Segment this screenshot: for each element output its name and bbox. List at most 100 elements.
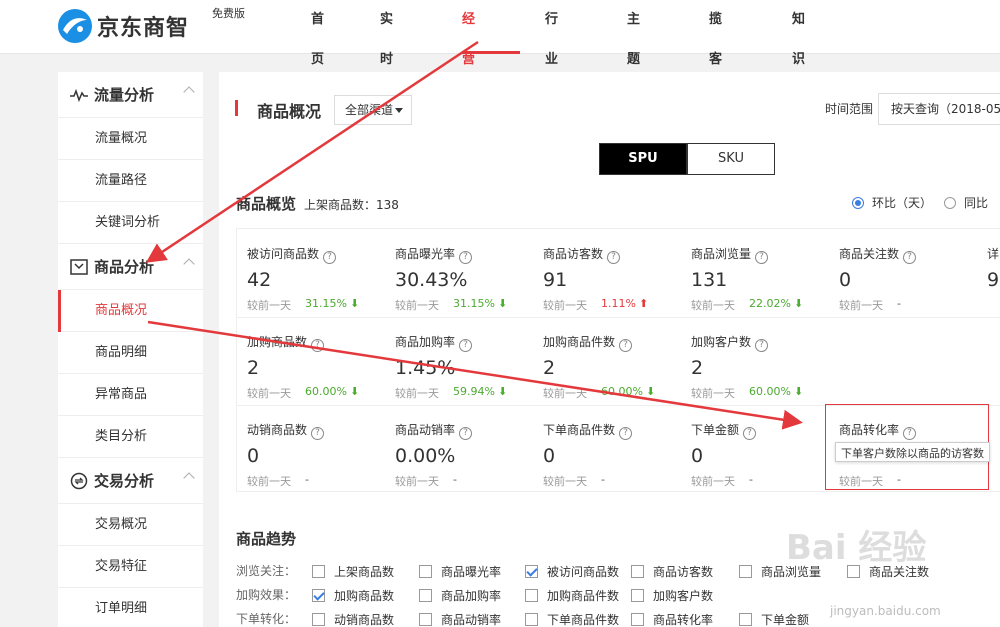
checkbox[interactable] bbox=[419, 565, 432, 578]
metric-change-value: 60.00% bbox=[601, 385, 643, 398]
checkbox[interactable] bbox=[525, 565, 538, 578]
trend-checkbox-option[interactable]: 商品转化率 bbox=[631, 611, 713, 627]
metric-change: 60.00% ⬇ bbox=[749, 385, 803, 398]
trend-checkbox-option[interactable]: 被访问商品数 bbox=[525, 563, 619, 580]
trend-checkbox-option[interactable]: 动销商品数 bbox=[312, 611, 394, 627]
metric-name: 下单金额? bbox=[691, 421, 757, 440]
metric-name: 商品访客数? bbox=[543, 245, 621, 264]
toggle-sku[interactable]: SKU bbox=[687, 143, 775, 175]
toggle-spu[interactable]: SPU bbox=[599, 143, 687, 175]
help-icon[interactable]: ? bbox=[311, 427, 325, 440]
sidebar-item-traffic-path[interactable]: 流量路径 bbox=[58, 160, 203, 202]
chevron-up-icon bbox=[183, 258, 195, 270]
checkbox[interactable] bbox=[312, 613, 325, 626]
checkbox[interactable] bbox=[419, 613, 432, 626]
radio-yoy[interactable] bbox=[944, 196, 957, 209]
trend-checkbox-option[interactable]: 加购客户数 bbox=[631, 587, 713, 604]
metric-change-value: - bbox=[897, 297, 901, 310]
arrow-up-icon: ⬆ bbox=[638, 297, 649, 310]
help-icon[interactable]: ? bbox=[607, 251, 621, 264]
checkbox-label: 上架商品数 bbox=[334, 565, 395, 579]
nav-customer-plan[interactable]: 揽客计划 bbox=[709, 0, 722, 147]
metric-change: - bbox=[601, 473, 605, 486]
help-icon[interactable]: ? bbox=[459, 339, 473, 352]
checkbox[interactable] bbox=[312, 565, 325, 578]
trend-checkbox-option[interactable]: 上架商品数 bbox=[312, 563, 394, 580]
nav-topics[interactable]: 主题分析 bbox=[627, 0, 640, 147]
nav-home[interactable]: 首页 bbox=[311, 0, 324, 67]
sidebar-item-keyword[interactable]: 关键词分析 bbox=[58, 202, 203, 244]
help-icon[interactable]: ? bbox=[323, 251, 337, 264]
metric-compare-label: 较前一天 bbox=[247, 387, 291, 400]
trend-row: 加购效果： 加购商品数 商品加购率 加购商品件数 加购客户数 bbox=[236, 584, 992, 604]
sidebar-item-traffic-overview[interactable]: 流量概况 bbox=[58, 118, 203, 160]
help-icon[interactable]: ? bbox=[619, 427, 633, 440]
sidebar-item-product-detail[interactable]: 商品明细 bbox=[58, 332, 203, 374]
trend-checkbox-option[interactable]: 加购商品件数 bbox=[525, 587, 619, 604]
sidebar-item-category[interactable]: 类目分析 bbox=[58, 416, 203, 458]
checkbox[interactable] bbox=[419, 589, 432, 602]
checkbox[interactable] bbox=[631, 565, 644, 578]
chevron-up-icon bbox=[183, 472, 195, 484]
sidebar-section-trade[interactable]: 交易分析 bbox=[58, 458, 203, 504]
channel-select[interactable]: 全部渠道 bbox=[334, 95, 412, 125]
radio-mom[interactable] bbox=[852, 196, 864, 209]
checkbox[interactable] bbox=[312, 589, 325, 602]
help-icon[interactable]: ? bbox=[459, 251, 473, 264]
checkbox[interactable] bbox=[739, 565, 752, 578]
help-icon[interactable]: ? bbox=[743, 427, 757, 440]
nav-realtime[interactable]: 实时洞察 bbox=[380, 0, 393, 147]
help-icon[interactable]: ? bbox=[619, 339, 633, 352]
trend-checkbox-option[interactable]: 下单金额 bbox=[739, 611, 809, 627]
metric-name-text: 商品访客数 bbox=[543, 247, 604, 261]
trend-checkbox-option[interactable]: 下单商品件数 bbox=[525, 611, 619, 627]
sidebar-item-trade-feature[interactable]: 交易特征 bbox=[58, 546, 203, 588]
metric-name: 商品加购率? bbox=[395, 333, 473, 352]
trend-checkbox-option[interactable]: 商品加购率 bbox=[419, 587, 501, 604]
trend-checkbox-option[interactable]: 商品访客数 bbox=[631, 563, 713, 580]
sidebar-item-order-detail[interactable]: 订单明细 bbox=[58, 588, 203, 627]
metric-compare-label: 较前一天 bbox=[839, 299, 883, 312]
help-icon[interactable]: ? bbox=[903, 251, 917, 264]
logo[interactable]: 京东商智 bbox=[57, 8, 189, 44]
checkbox[interactable] bbox=[631, 613, 644, 626]
metric-card: 商品动销率? 0.00% 较前一天 - bbox=[385, 405, 533, 493]
metric-card: 商品关注数? 0 较前一天 - bbox=[829, 229, 977, 317]
metric-change: - bbox=[305, 473, 309, 486]
metric-compare-label: 较前一天 bbox=[691, 299, 735, 312]
checkbox[interactable] bbox=[739, 613, 752, 626]
sidebar-item-product-overview[interactable]: 商品概况 bbox=[58, 290, 203, 332]
trend-checkbox-option[interactable]: 商品动销率 bbox=[419, 611, 501, 627]
nav-knowledge[interactable]: 知识中心 bbox=[792, 0, 805, 147]
help-icon[interactable]: ? bbox=[755, 251, 769, 264]
checkbox[interactable] bbox=[525, 613, 538, 626]
help-icon[interactable]: ? bbox=[459, 427, 473, 440]
watermark-url: jingyan.baidu.com bbox=[830, 604, 941, 618]
sidebar-section-product[interactable]: 商品分析 bbox=[58, 244, 203, 290]
caret-down-icon bbox=[395, 108, 403, 113]
metric-name-text: 商品浏览量 bbox=[691, 247, 752, 261]
sidebar-item-trade-overview[interactable]: 交易概况 bbox=[58, 504, 203, 546]
help-icon[interactable]: ? bbox=[755, 339, 769, 352]
nav-operations[interactable]: 经营分析 bbox=[462, 0, 475, 147]
sidebar-section-traffic[interactable]: 流量分析 bbox=[58, 72, 203, 118]
trend-row-label: 加购效果： bbox=[236, 587, 297, 602]
trend-checkbox-option[interactable]: 加购商品数 bbox=[312, 587, 394, 604]
sidebar-item-abnormal-product[interactable]: 异常商品 bbox=[58, 374, 203, 416]
checkbox[interactable] bbox=[631, 589, 644, 602]
checkbox[interactable] bbox=[525, 589, 538, 602]
metric-compare-label: 较前一天 bbox=[395, 475, 439, 488]
metric-name-text: 加购客户数 bbox=[691, 335, 752, 349]
metric-card: 商品浏览量? 131 较前一天 22.02% ⬇ bbox=[681, 229, 829, 317]
nav-industry[interactable]: 行业分析 bbox=[545, 0, 558, 147]
metric-name-text: 下单商品件数 bbox=[543, 423, 616, 437]
help-icon[interactable]: ? bbox=[311, 339, 325, 352]
metric-compare-label: 较前一天 bbox=[543, 299, 587, 312]
watermark-logo: Bai 经验 bbox=[786, 528, 927, 568]
time-range-select[interactable]: 按天查询（2018-05-0 bbox=[878, 93, 1000, 125]
checkbox-label: 加购客户数 bbox=[653, 589, 714, 603]
metric-card: 下单商品件数? 0 较前一天 - bbox=[533, 405, 681, 493]
metric-card: 详9 bbox=[977, 229, 1000, 317]
checkbox-label: 被访问商品数 bbox=[547, 565, 620, 579]
trend-checkbox-option[interactable]: 商品曝光率 bbox=[419, 563, 501, 580]
